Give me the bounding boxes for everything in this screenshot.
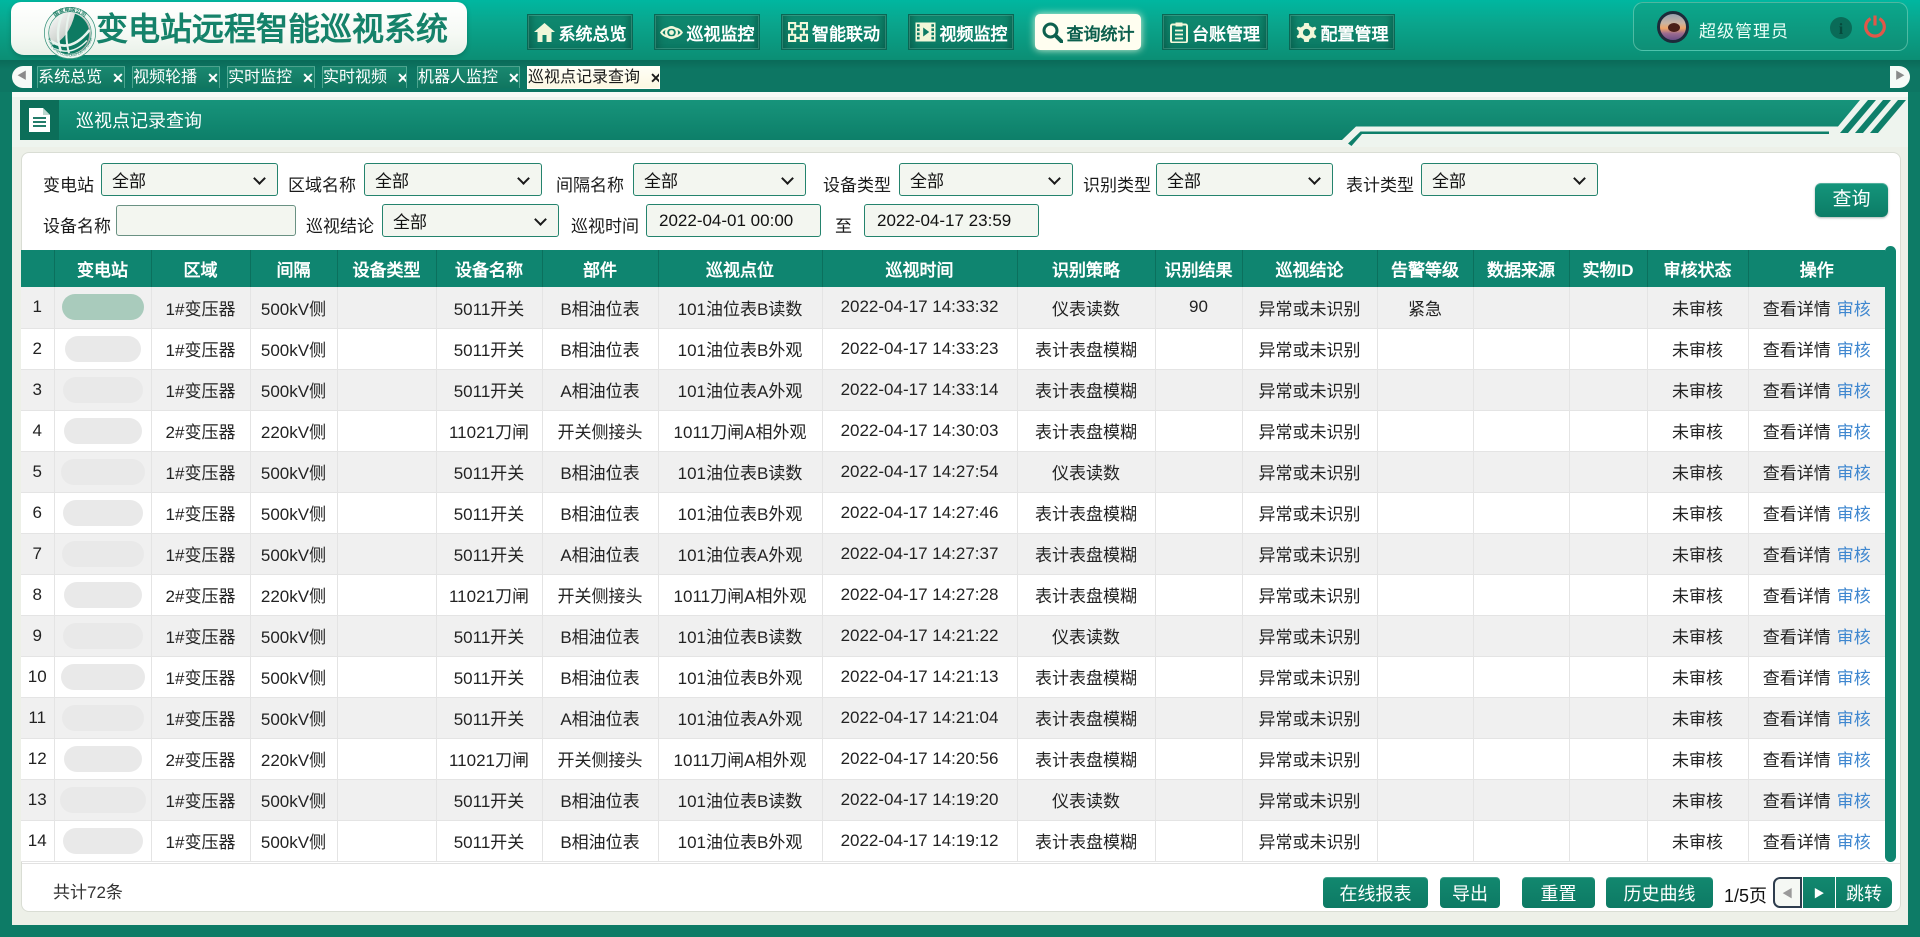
svg-text:i: i <box>1839 21 1844 38</box>
svg-text:巡视点记录查询: 巡视点记录查询 <box>76 111 202 131</box>
